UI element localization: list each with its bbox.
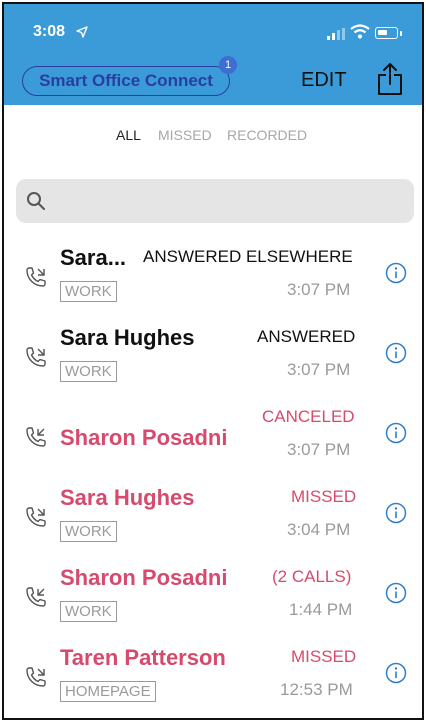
call-time: 1:44 PM: [289, 600, 353, 619]
outgoing-call-icon: [26, 507, 46, 527]
share-icon[interactable]: [376, 62, 404, 96]
tab-all[interactable]: ALL: [116, 127, 141, 143]
call-row[interactable]: Sharon Posadni (2 CALLS) WORK 1:44 PM: [4, 559, 422, 639]
call-row[interactable]: Sara Hughes ANSWERED WORK 3:07 PM: [4, 319, 422, 399]
call-time: 12:53 PM: [280, 680, 353, 699]
call-row[interactable]: Taren Patterson MISSED HOMEPAGE 12:53 PM: [4, 639, 422, 718]
edit-button[interactable]: EDIT: [301, 69, 347, 92]
caller-tag: WORK: [60, 361, 117, 382]
call-status: ANSWERED: [257, 327, 356, 346]
call-row[interactable]: Sharon Posadni CANCELED 3:07 PM: [4, 399, 422, 479]
battery-icon: [375, 27, 398, 39]
call-status: CANCELED: [262, 407, 355, 426]
info-icon[interactable]: [385, 582, 407, 604]
app-name-button[interactable]: Smart Office Connect: [22, 66, 230, 96]
caller-name: Sara...: [60, 245, 127, 270]
battery-tip: [400, 31, 402, 36]
call-status: MISSED: [291, 647, 357, 666]
outgoing-call-icon: [26, 667, 46, 687]
caller-tag: WORK: [60, 521, 117, 542]
call-row[interactable]: Sara Hughes MISSED WORK 3:04 PM: [4, 479, 422, 559]
info-icon[interactable]: [385, 422, 407, 444]
search-input[interactable]: [56, 185, 400, 219]
wifi-icon: [350, 24, 370, 39]
call-time: 3:07 PM: [287, 280, 351, 299]
tab-missed[interactable]: MISSED: [158, 127, 212, 143]
call-time: 3:07 PM: [287, 440, 351, 459]
status-time: 3:08: [33, 23, 66, 40]
search-bar[interactable]: [16, 179, 414, 223]
call-status: ANSWERED ELSEWHERE: [143, 247, 353, 266]
call-time: 3:07 PM: [287, 360, 351, 379]
outgoing-call-icon: [26, 347, 46, 367]
notification-badge: 1: [219, 56, 237, 74]
caller-name: Sharon Posadni: [60, 565, 228, 590]
cellular-signal-icon: [327, 28, 345, 40]
incoming-call-icon: [26, 587, 46, 607]
call-status: MISSED: [291, 487, 357, 506]
caller-name: Sara Hughes: [60, 485, 195, 510]
caller-name: Sara Hughes: [60, 325, 195, 350]
info-icon[interactable]: [385, 502, 407, 524]
caller-tag: WORK: [60, 601, 117, 622]
call-status: (2 CALLS): [272, 567, 352, 586]
caller-name: Taren Patterson: [60, 645, 226, 670]
tab-recorded[interactable]: RECORDED: [227, 127, 307, 143]
search-icon: [27, 192, 45, 210]
incoming-call-icon: [26, 427, 46, 447]
caller-tag: WORK: [60, 281, 117, 302]
info-icon[interactable]: [385, 662, 407, 684]
phone-screen: 3:08 Smart Office Connect 1 EDIT ALL MIS…: [2, 2, 424, 720]
app-header: 3:08 Smart Office Connect 1 EDIT: [4, 4, 422, 105]
location-arrow-icon: [76, 26, 88, 38]
call-row[interactable]: Sara... ANSWERED ELSEWHERE WORK 3:07 PM: [4, 239, 422, 319]
status-bar: 3:08: [4, 4, 422, 40]
caller-name: Sharon Posadni: [60, 425, 228, 450]
info-icon[interactable]: [385, 342, 407, 364]
outgoing-call-icon: [26, 267, 46, 287]
info-icon[interactable]: [385, 262, 407, 284]
caller-tag: HOMEPAGE: [60, 681, 156, 702]
call-time: 3:04 PM: [287, 520, 351, 539]
